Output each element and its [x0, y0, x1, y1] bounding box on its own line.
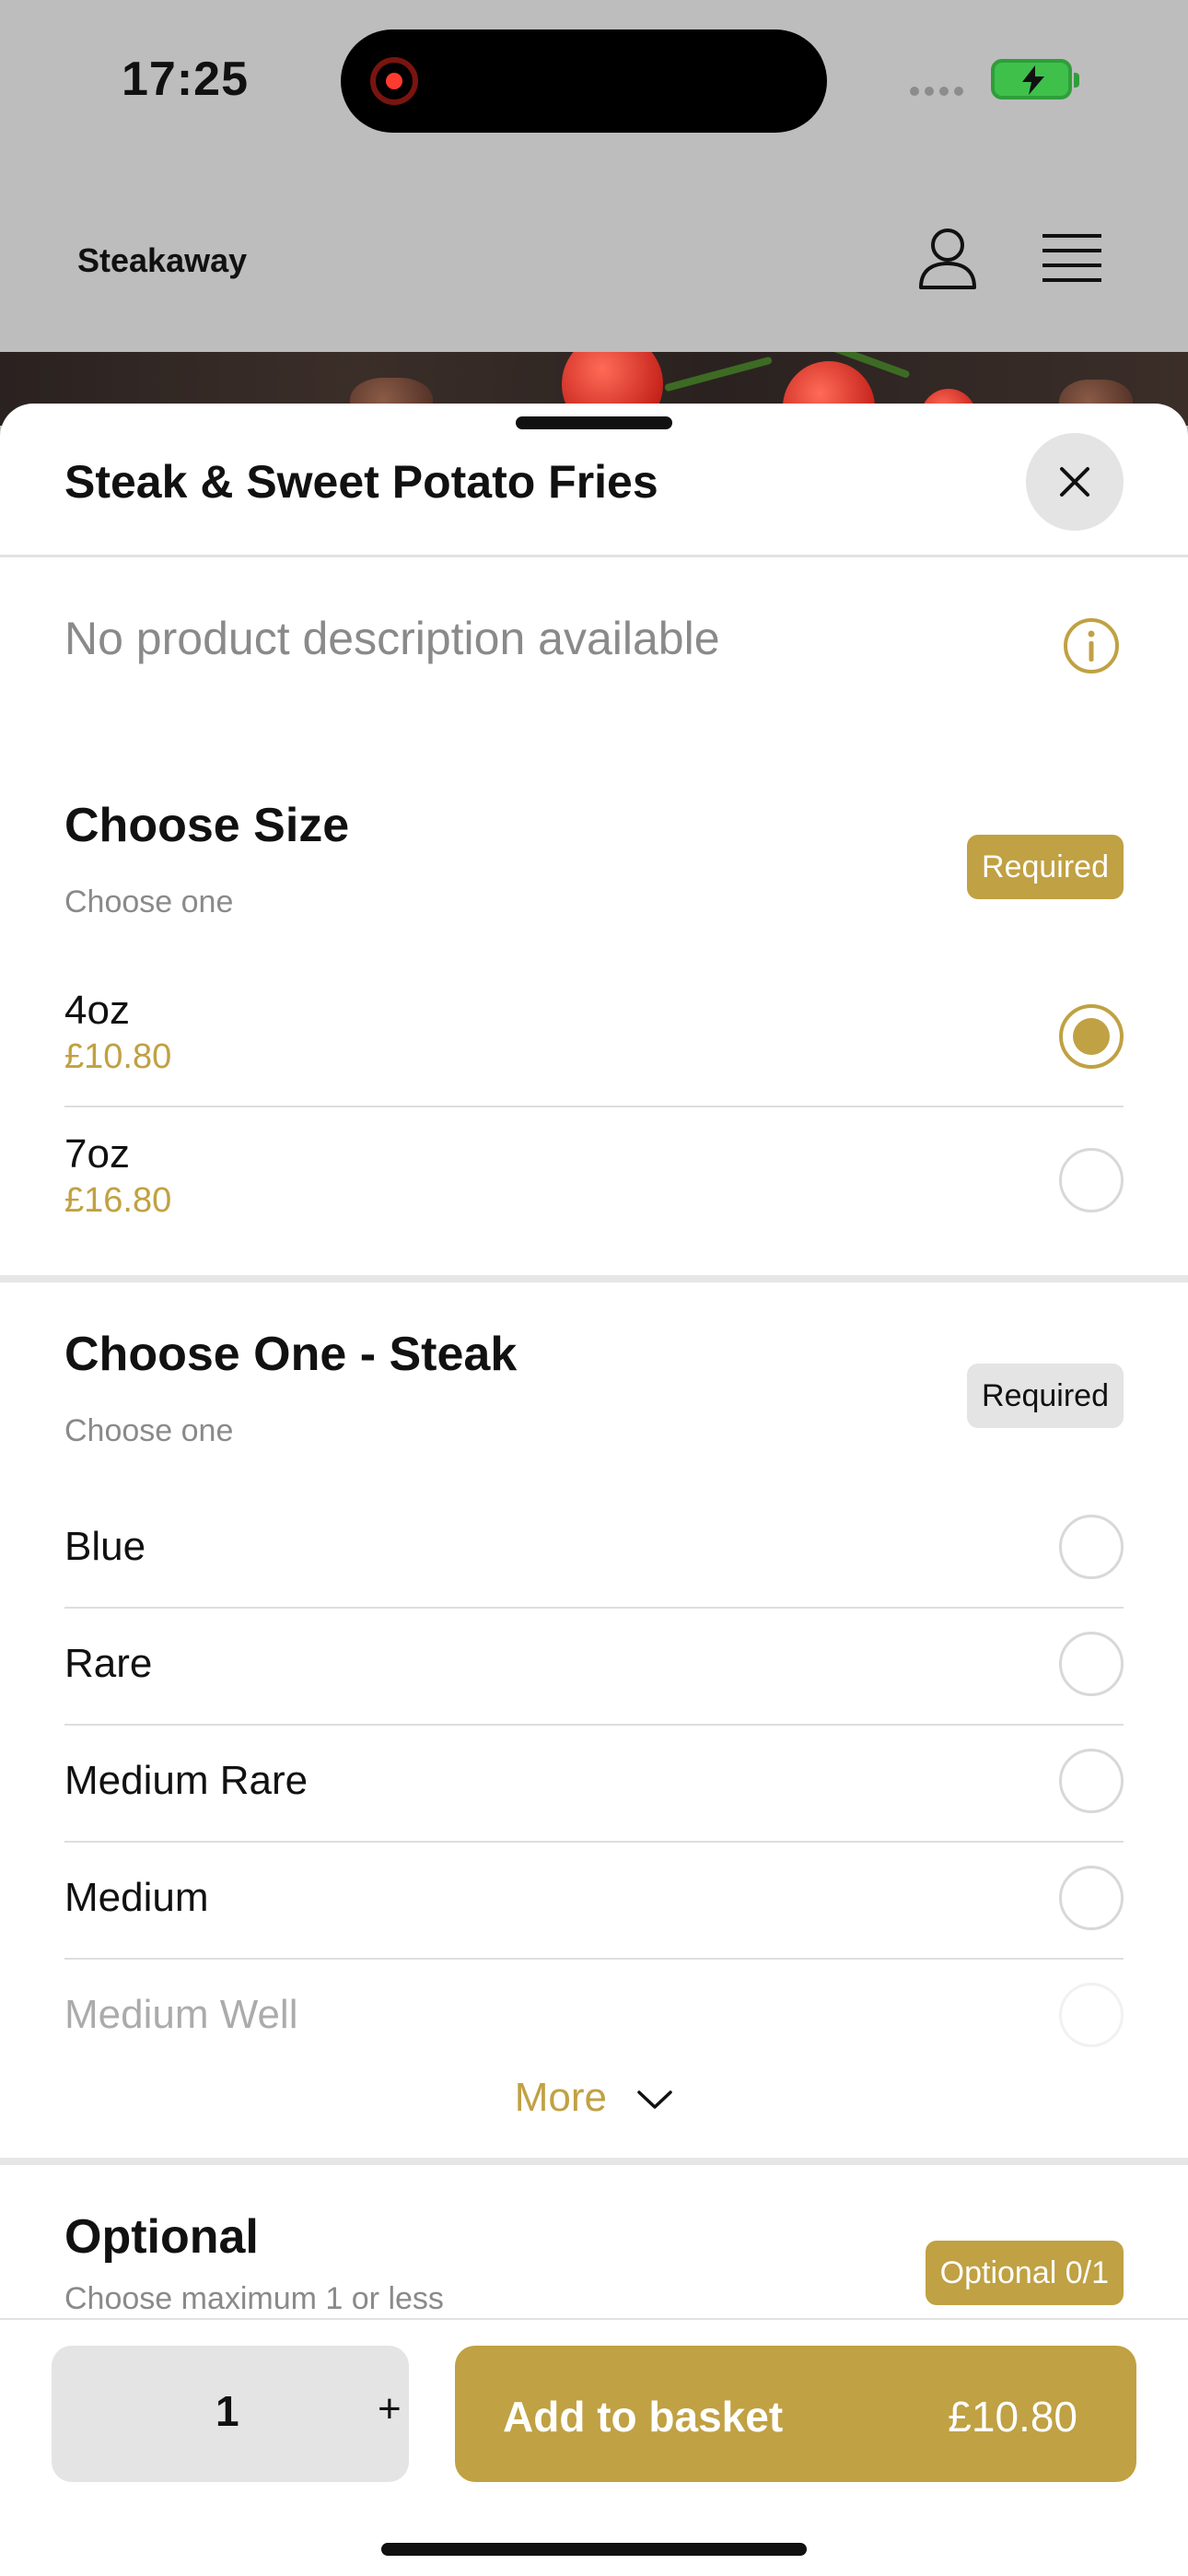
option-name: Rare — [64, 1641, 153, 1686]
battery-charging-icon — [991, 59, 1079, 100]
info-icon[interactable] — [1063, 617, 1120, 674]
sheet-grabber[interactable] — [516, 416, 672, 429]
home-indicator[interactable] — [381, 2543, 807, 2556]
option-divider — [64, 1106, 1124, 1107]
option-size-7oz[interactable]: 7oz £16.80 — [64, 1131, 1124, 1221]
status-bar: 17:25 — [0, 0, 1188, 175]
option-steak-medium-well[interactable]: Medium Well — [64, 1992, 1124, 2038]
add-to-basket-button[interactable]: Add to basket £10.80 — [455, 2346, 1136, 2482]
increment-button[interactable]: + — [378, 2386, 402, 2432]
steak-group-subtitle: Choose one — [64, 1413, 234, 1448]
add-to-basket-label: Add to basket — [503, 2393, 784, 2441]
option-name: 4oz — [64, 988, 130, 1033]
option-steak-blue[interactable]: Blue — [64, 1524, 1124, 1570]
radio-size-7oz[interactable] — [1059, 1148, 1124, 1212]
hamburger-menu-icon[interactable] — [1042, 232, 1101, 284]
signal-icon — [910, 87, 963, 96]
option-divider — [64, 1607, 1124, 1609]
product-description: No product description available — [64, 613, 720, 664]
optional-count-badge: Optional 0/1 — [925, 2241, 1124, 2305]
option-divider — [64, 1724, 1124, 1726]
close-button[interactable] — [1026, 433, 1124, 531]
recording-indicator-icon — [370, 57, 418, 105]
option-name: Medium Well — [64, 1992, 298, 2037]
option-price: £16.80 — [64, 1181, 172, 1220]
radio-steak-rare[interactable] — [1059, 1632, 1124, 1696]
brand-name[interactable]: Steakaway — [77, 241, 247, 280]
section-separator — [0, 2158, 1188, 2165]
option-size-4oz[interactable]: 4oz £10.80 — [64, 988, 1124, 1077]
option-steak-medium-rare[interactable]: Medium Rare — [64, 1758, 1124, 1804]
chevron-down-icon — [637, 2090, 672, 2110]
header-divider — [0, 555, 1188, 557]
option-name: Medium Rare — [64, 1758, 309, 1803]
radio-steak-medium-rare[interactable] — [1059, 1749, 1124, 1813]
radio-steak-blue[interactable] — [1059, 1515, 1124, 1579]
option-divider — [64, 1841, 1124, 1843]
option-steak-medium[interactable]: Medium — [64, 1875, 1124, 1921]
option-steak-rare[interactable]: Rare — [64, 1641, 1124, 1687]
optional-group-title: Optional — [64, 2210, 259, 2264]
app-header: Steakaway — [0, 175, 1188, 352]
close-icon — [1060, 467, 1089, 497]
status-time: 17:25 — [122, 53, 249, 106]
bottom-action-bar: 1 + Add to basket £10.80 — [0, 2318, 1188, 2576]
more-label: More — [514, 2075, 607, 2120]
size-group-subtitle: Choose one — [64, 884, 234, 919]
user-icon[interactable] — [917, 227, 978, 291]
option-name: Blue — [64, 1524, 146, 1569]
product-title: Steak & Sweet Potato Fries — [64, 456, 658, 508]
add-to-basket-price: £10.80 — [948, 2393, 1077, 2441]
dynamic-island — [341, 29, 827, 133]
size-required-badge: Required — [967, 835, 1124, 899]
option-name: Medium — [64, 1875, 209, 1920]
more-options-button[interactable]: More — [0, 2075, 1188, 2121]
quantity-value: 1 — [215, 2387, 239, 2435]
radio-size-4oz[interactable] — [1059, 1004, 1124, 1069]
steak-required-badge: Required — [967, 1364, 1124, 1428]
radio-steak-medium[interactable] — [1059, 1866, 1124, 1930]
product-sheet: Steak & Sweet Potato Fries No product de… — [0, 404, 1188, 2576]
steak-group-title: Choose One - Steak — [64, 1328, 518, 1381]
optional-group-subtitle: Choose maximum 1 or less — [64, 2281, 444, 2316]
option-divider — [64, 1958, 1124, 1960]
section-separator — [0, 1275, 1188, 1282]
radio-steak-medium-well[interactable] — [1059, 1983, 1124, 2047]
size-group-title: Choose Size — [64, 799, 350, 852]
option-name: 7oz — [64, 1131, 130, 1177]
option-price: £10.80 — [64, 1037, 172, 1076]
quantity-stepper[interactable]: 1 + — [52, 2346, 409, 2482]
